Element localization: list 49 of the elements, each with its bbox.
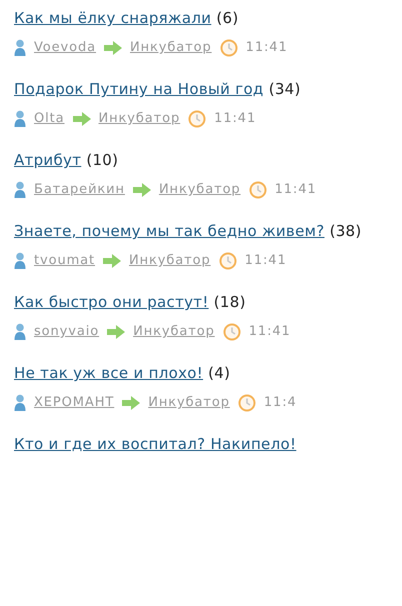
post-title-link[interactable]: Как мы ёлку снаряжали xyxy=(14,9,212,27)
post-title-link[interactable]: Подарок Путину на Новый год xyxy=(14,80,264,98)
author-link[interactable]: Olta xyxy=(34,108,65,130)
arrow-icon xyxy=(72,112,91,126)
author-link[interactable]: ХЕРОМАНТ xyxy=(34,392,114,414)
author-link[interactable]: Voevoda xyxy=(34,37,96,59)
post-title-link[interactable]: Как быстро они растут! xyxy=(14,293,209,311)
clock-icon xyxy=(220,39,238,57)
comment-count: (4) xyxy=(208,364,230,382)
clock-icon xyxy=(222,323,241,341)
blog-link[interactable]: Инкубатор xyxy=(130,37,212,59)
comment-count: (34) xyxy=(268,80,301,98)
post-time: 11:4 xyxy=(264,394,297,412)
post-time: 11:41 xyxy=(214,110,256,128)
blog-link[interactable]: Инкубатор xyxy=(148,392,230,414)
user-icon xyxy=(14,110,26,128)
clock-icon xyxy=(218,252,237,270)
clock-icon xyxy=(248,181,267,199)
author-link[interactable]: tvoumat xyxy=(34,250,96,272)
post-time: 11:41 xyxy=(274,181,317,199)
post-title-link[interactable]: Атрибут xyxy=(14,151,82,169)
post-time: 11:41 xyxy=(248,323,291,341)
arrow-icon xyxy=(132,183,151,197)
clock-icon xyxy=(188,110,206,128)
comment-count: (10) xyxy=(86,151,118,169)
blog-link[interactable]: Инкубатор xyxy=(129,250,211,272)
comment-count: (6) xyxy=(216,9,238,27)
arrow-icon xyxy=(122,396,140,410)
user-icon xyxy=(14,323,26,341)
post-title-link[interactable]: Кто и где их воспитал? Накипело! xyxy=(14,435,296,453)
arrow-icon xyxy=(103,254,122,268)
blog-link[interactable]: Инкубатор xyxy=(158,179,241,201)
user-icon xyxy=(14,394,26,412)
post-title-link[interactable]: Знаете, почему мы так бедно живем? xyxy=(14,222,324,240)
post-time: 11:41 xyxy=(244,252,287,270)
clock-icon xyxy=(238,394,256,412)
comment-count: (38) xyxy=(330,222,362,240)
author-link[interactable]: Батарейкин xyxy=(34,179,125,201)
user-icon xyxy=(14,252,26,270)
author-link[interactable]: sonyvaio xyxy=(34,321,100,343)
arrow-icon xyxy=(104,41,122,55)
blog-link[interactable]: Инкубатор xyxy=(133,321,215,343)
post-title-link[interactable]: Не так уж все и плохо! xyxy=(14,364,204,382)
blog-link[interactable]: Инкубатор xyxy=(98,108,180,130)
arrow-icon xyxy=(107,325,126,339)
comment-count: (18) xyxy=(214,293,246,311)
user-icon xyxy=(14,181,26,199)
post-time: 11:41 xyxy=(246,39,288,57)
user-icon xyxy=(14,39,26,57)
